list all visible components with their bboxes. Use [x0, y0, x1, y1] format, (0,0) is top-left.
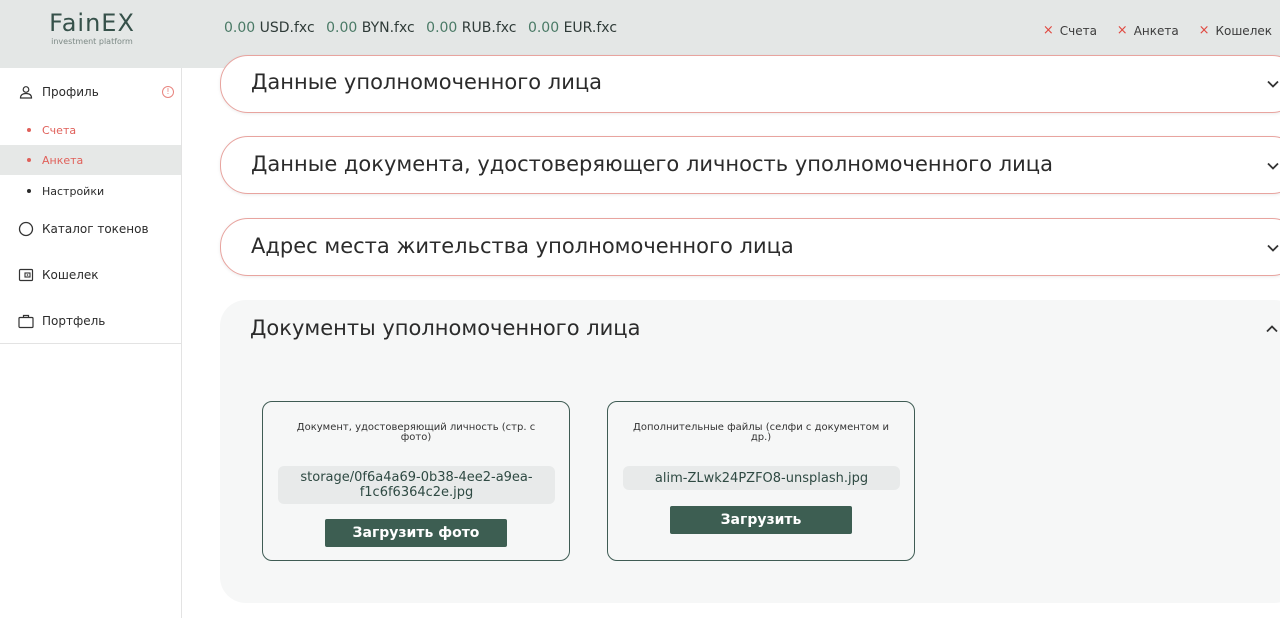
circle-icon	[18, 221, 34, 237]
warning-icon: !	[162, 86, 174, 98]
sidebar-divider	[0, 343, 181, 344]
chevron-down-icon	[1267, 162, 1279, 170]
balance-eur: 0.00 EUR.fxc	[527, 20, 618, 36]
status-link-accounts[interactable]: × Счета	[1043, 24, 1097, 38]
accordion-title: Адрес места жительства уполномоченного л…	[251, 234, 794, 258]
logo-subtitle: investment platform	[51, 37, 133, 46]
upload-photo-button[interactable]: Загрузить фото	[325, 519, 507, 547]
sidebar-item-label: Каталог токенов	[42, 222, 149, 236]
sidebar-item-wallet[interactable]: Кошелек	[0, 260, 181, 290]
chevron-down-icon	[1267, 80, 1279, 88]
sidebar-subitem-label: Анкета	[42, 153, 84, 167]
sidebar-item-profile[interactable]: Профиль !	[0, 77, 181, 107]
wallet-icon	[18, 267, 34, 283]
user-icon	[18, 84, 34, 100]
bullet-icon	[27, 158, 31, 162]
upload-card-label: Документ, удостоверяющий личность (стр. …	[296, 422, 536, 443]
chevron-down-icon	[1267, 244, 1279, 252]
sidebar-subitem-label: Настройки	[42, 184, 105, 198]
accordion-title: Данные уполномоченного лица	[251, 70, 603, 94]
close-icon: ×	[1116, 23, 1128, 38]
logo[interactable]: FainEX investment platform	[46, 9, 138, 47]
accordion-title[interactable]: Документы уполномоченного лица	[250, 316, 640, 340]
sidebar-item-portfolio[interactable]: Портфель	[0, 306, 181, 336]
status-links: × Счета × Анкета × Кошелек	[1027, 23, 1272, 38]
close-icon: ×	[1198, 23, 1210, 38]
close-icon: ×	[1042, 23, 1054, 38]
briefcase-icon	[18, 313, 34, 329]
accordion-title: Данные документа, удостоверяющего личнос…	[251, 152, 1053, 176]
sidebar-subitem-questionnaire[interactable]: Анкета	[0, 145, 181, 175]
sidebar-subitem-label: Счета	[42, 123, 77, 137]
balance-byn: 0.00 BYN.fxc	[326, 20, 415, 36]
upload-card-label: Дополнительные файлы (селфи с документом…	[633, 422, 889, 443]
sidebar: Профиль ! Счета Анкета Настройки Каталог…	[0, 68, 182, 618]
chevron-up-icon[interactable]	[1265, 322, 1279, 336]
sidebar-subitem-accounts[interactable]: Счета	[0, 115, 181, 145]
upload-card-additional: Дополнительные файлы (селфи с документом…	[607, 401, 915, 561]
upload-card-identity: Документ, удостоверяющий личность (стр. …	[262, 401, 570, 561]
sidebar-item-token-catalog[interactable]: Каталог токенов	[0, 214, 181, 244]
upload-button[interactable]: Загрузить	[670, 506, 852, 534]
bullet-icon	[27, 128, 31, 132]
balance-rub: 0.00 RUB.fxc	[426, 20, 517, 36]
sidebar-item-label: Кошелек	[42, 268, 99, 282]
status-link-wallet[interactable]: × Кошелек	[1199, 24, 1272, 38]
accordion-residence-address[interactable]: Адрес места жительства уполномоченного л…	[220, 218, 1280, 276]
status-link-questionnaire[interactable]: × Анкета	[1117, 24, 1179, 38]
uploaded-file-name: alim-ZLwk24PZFO8-unsplash.jpg	[623, 466, 900, 490]
accordion-identity-document[interactable]: Данные документа, удостоверяющего личнос…	[220, 136, 1280, 194]
sidebar-item-label: Портфель	[42, 314, 106, 328]
accordion-documents-expanded: Документы уполномоченного лица Документ,…	[220, 300, 1280, 603]
logo-name: FainEX	[49, 9, 135, 37]
sidebar-subitem-settings[interactable]: Настройки	[0, 176, 181, 206]
sidebar-item-label: Профиль	[42, 85, 99, 99]
balances-bar: 0.00 USD.fxc 0.00 BYN.fxc 0.00 RUB.fxc 0…	[224, 20, 624, 36]
bullet-icon	[27, 189, 31, 193]
uploaded-file-name: storage/0f6a4a69-0b38-4ee2-a9ea-f1c6f636…	[278, 466, 555, 504]
accordion-authorized-person-data[interactable]: Данные уполномоченного лица	[220, 55, 1280, 113]
balance-usd: 0.00 USD.fxc	[224, 20, 315, 36]
